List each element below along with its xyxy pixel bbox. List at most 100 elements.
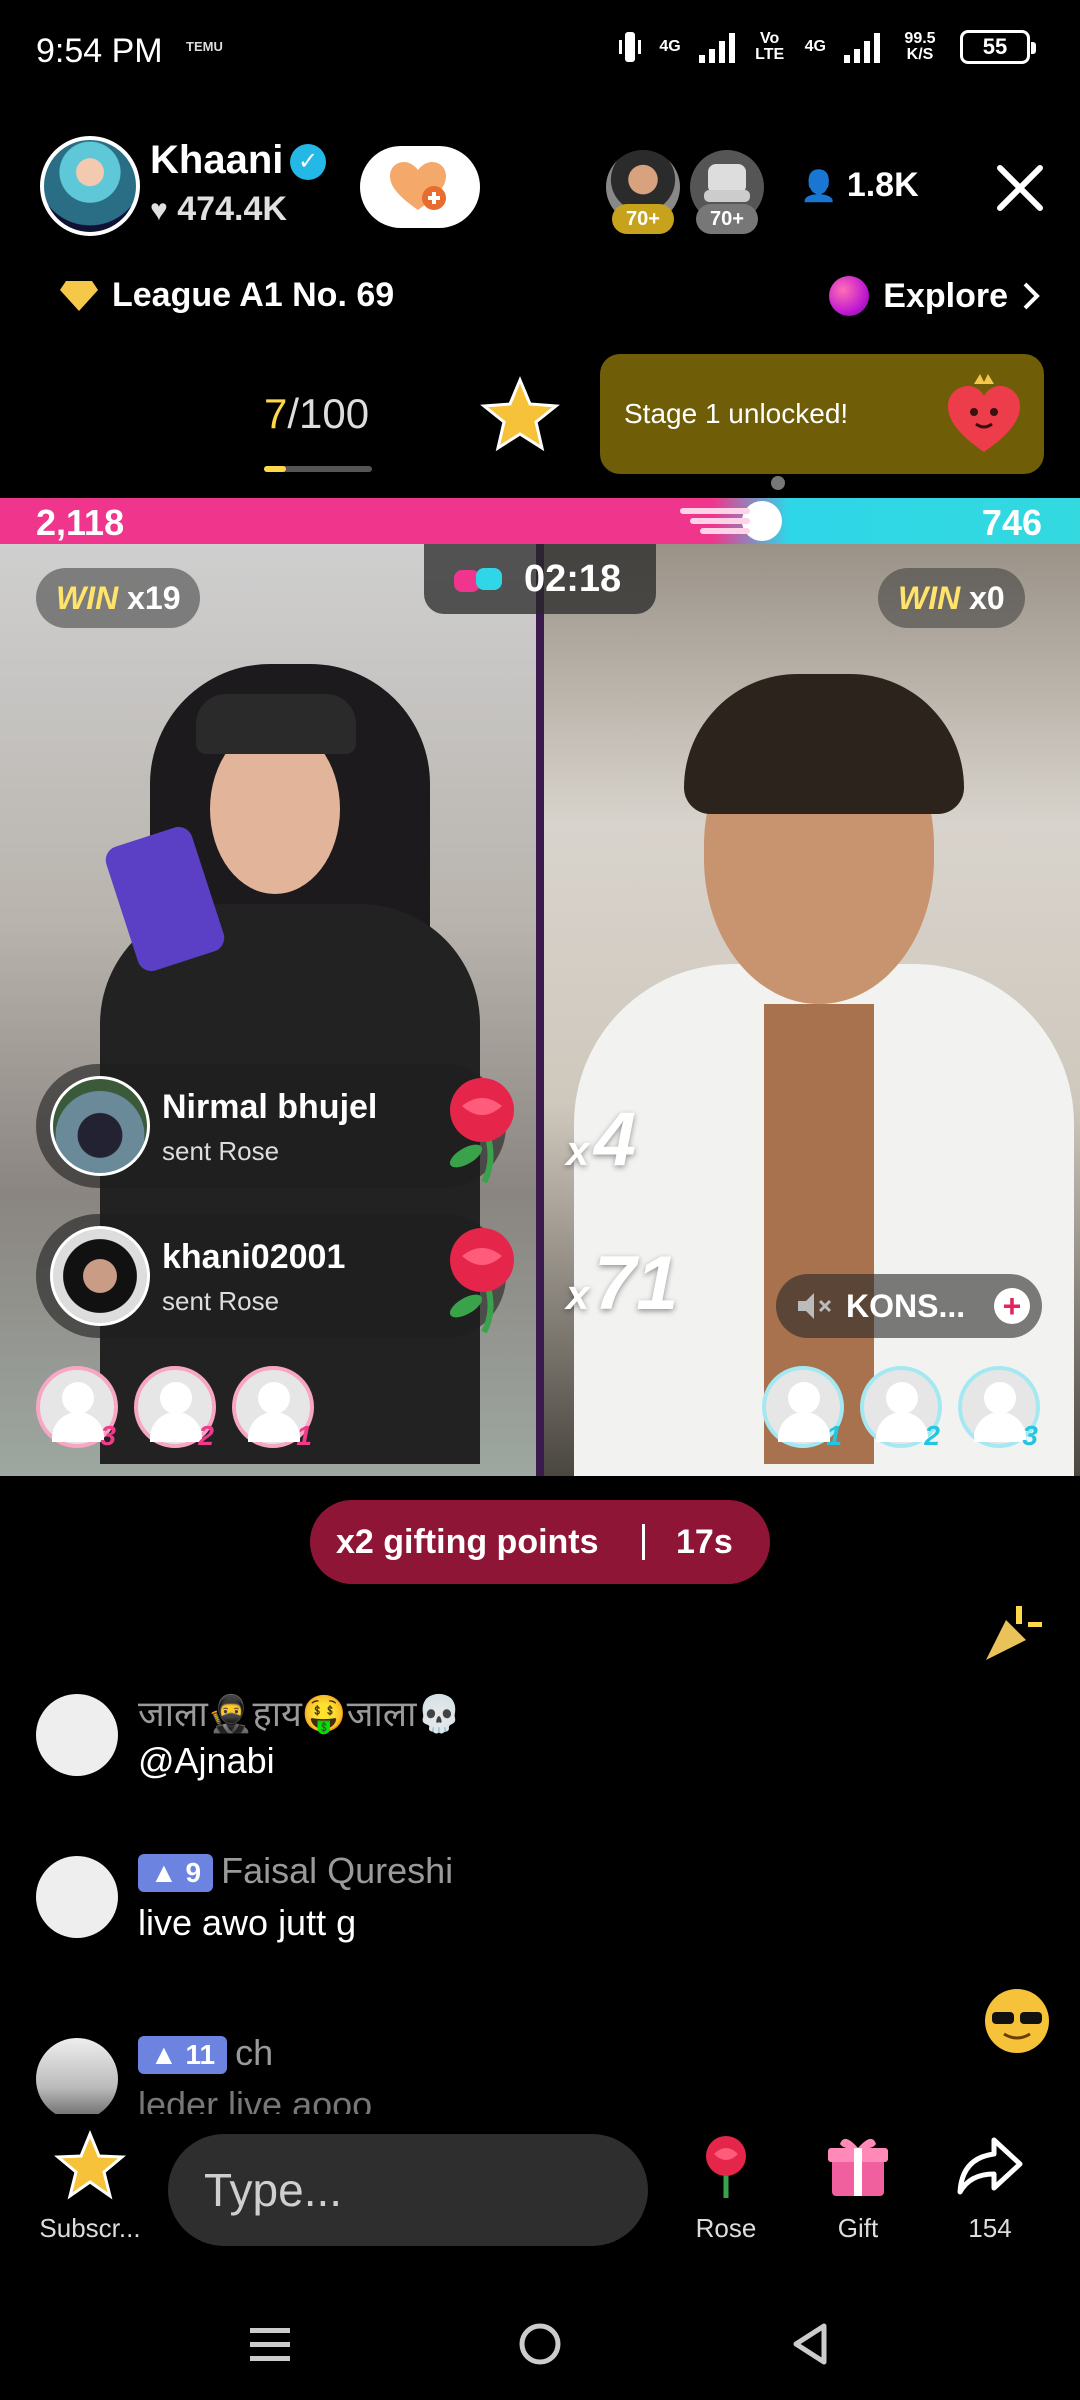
gifter-name: khani02001 [162,1238,346,1276]
combo-x: x [566,1271,590,1318]
viewer-count[interactable]: 👤 1.8K [800,166,919,205]
multiplier-label: x2 gifting points [336,1523,599,1561]
share-button[interactable]: 154 [940,2130,1040,2244]
chat-username: ch [235,2032,274,2073]
left-gifter-slot[interactable]: 1 [232,1366,314,1451]
person-placeholder-icon [62,1382,94,1414]
follow-button[interactable] [360,146,480,228]
gift-box-icon [828,2138,888,2196]
person-placeholder-icon [886,1382,918,1414]
user-level-badge: ▲ 9 [138,1854,214,1893]
combo-x: x [566,1127,590,1174]
rose-gift-button[interactable]: Rose [676,2130,776,2244]
host-avatar[interactable] [40,136,140,236]
muted-speaker-icon [798,1293,832,1319]
multiplier-separator [642,1524,645,1560]
chat-input[interactable]: Type... [168,2134,648,2246]
opponent-name: KONS... [846,1288,966,1324]
win-streak-right[interactable]: WIN x0 [878,568,1025,628]
right-gifter-slot[interactable]: 2 [860,1366,942,1451]
gift-action: sent Rose [162,1136,280,1166]
subscribe-label: Subscr... [39,2213,141,2243]
chat-list[interactable]: जाला🥷हाय🤑जाला💀 @Ajnabi ▲ 9 Faisal Qureshi… [0,1590,1080,2114]
win-streak-left[interactable]: WIN x19 [36,568,201,628]
chat-text: @Ajnabi [138,1740,275,1781]
slot-rank: 3 [100,1420,116,1451]
chat-avatar[interactable] [36,2038,118,2114]
battery-icon: 55 [960,30,1036,64]
opponent-figure-hair [684,674,964,814]
menu-icon[interactable] [240,2314,300,2374]
chat-text: leder live aooo [138,2084,373,2114]
left-gifter-slot[interactable]: 2 [134,1366,216,1451]
video-divider [536,544,544,1476]
explore-button[interactable]: Explore [829,276,1040,316]
league-label: League A1 No. 69 [112,276,395,314]
rose-label: Rose [695,2213,757,2243]
star-icon[interactable] [480,376,560,452]
chat-avatar[interactable] [36,1856,118,1938]
subscribe-button[interactable]: Subscr... [30,2130,150,2244]
stage-text: Stage 1 unlocked! [624,398,849,429]
party-popper-icon[interactable] [976,1600,1046,1670]
league-badge[interactable]: League A1 No. 69 [60,276,394,315]
person-placeholder-body [876,1412,928,1442]
gifter-avatar[interactable] [50,1076,150,1176]
stage-unlocked-banner[interactable]: Stage 1 unlocked! [600,354,1044,474]
chevron-right-icon [1023,282,1040,310]
explore-label: Explore [883,276,1008,315]
gift-button[interactable]: Gift [808,2130,908,2244]
left-gifter-slot[interactable]: 3 [36,1366,118,1451]
person-placeholder-body [150,1412,202,1442]
goal-total: /100 [287,390,370,437]
viewer-level-badge: 70+ [696,204,758,234]
win-label: WIN [898,580,961,616]
volte-icon: Vo LTE [755,30,785,63]
heart-plus-icon [390,162,446,210]
sunglasses-emoji-icon[interactable] [982,1986,1052,2056]
score-flare-icon [680,501,782,541]
home-icon[interactable] [510,2314,570,2374]
gifter-name: Nirmal bhujel [162,1088,378,1126]
slot-rank: 2 [924,1420,940,1451]
signal-icon-2 [844,31,880,63]
chat-text: live awo jutt g [138,1902,357,1943]
status-bar: 9:54 PM TEMU 4G Vo LTE 4G 99.5 K/S 55 [0,0,1080,110]
status-time: 9:54 PM [36,32,163,70]
chat-username-row[interactable]: ▲ 9 Faisal Qureshi [138,1850,453,1893]
gift-notification[interactable]: khani02001 sent Rose [36,1214,514,1338]
signal-icon-1 [698,31,735,63]
close-icon[interactable] [990,158,1050,218]
gifter-avatar[interactable] [50,1226,150,1326]
host-likes: ♥ 474.4K [150,190,287,229]
opponent-pill[interactable]: KONS... + [776,1274,1042,1338]
right-gifter-slot[interactable]: 3 [958,1366,1040,1451]
win-label: WIN [56,580,119,616]
gifting-multiplier-banner[interactable]: x2 gifting points 17s [310,1500,770,1584]
top-viewer-avatar-1[interactable]: 70+ [606,150,680,234]
chat-avatar[interactable] [36,1694,118,1776]
win-count-left: x19 [127,580,181,616]
goal-progress[interactable]: 7/100 [264,390,369,438]
win-count-right: x0 [969,580,1005,616]
top-viewer-avatar-2[interactable]: 70+ [690,150,764,234]
gift-combo: x 4 [566,1096,636,1183]
status-icons: 4G Vo LTE 4G 99.5 K/S 55 [619,30,1036,64]
goal-progress-bar [264,466,372,472]
right-gifter-slot[interactable]: 1 [762,1366,844,1451]
slot-rank: 1 [296,1420,312,1451]
gift-notification[interactable]: Nirmal bhujel sent Rose [36,1064,514,1188]
chat-username[interactable]: जाला🥷हाय🤑जाला💀 [138,1688,461,1737]
rose-icon [449,1078,514,1184]
slot-rank: 2 [198,1420,214,1451]
follow-opponent-button[interactable]: + [994,1288,1030,1324]
rose-icon [706,2136,746,2198]
timer-text: 02:18 [524,558,622,600]
chat-username-row[interactable]: ▲ 11 ch [138,2032,274,2075]
star-icon [54,2130,126,2200]
back-icon[interactable] [780,2314,840,2374]
combo-count: 71 [593,1241,679,1326]
network-type-1: 4G [659,38,681,55]
viewer-level-badge: 70+ [612,204,674,234]
host-name[interactable]: Khaani [150,138,283,183]
